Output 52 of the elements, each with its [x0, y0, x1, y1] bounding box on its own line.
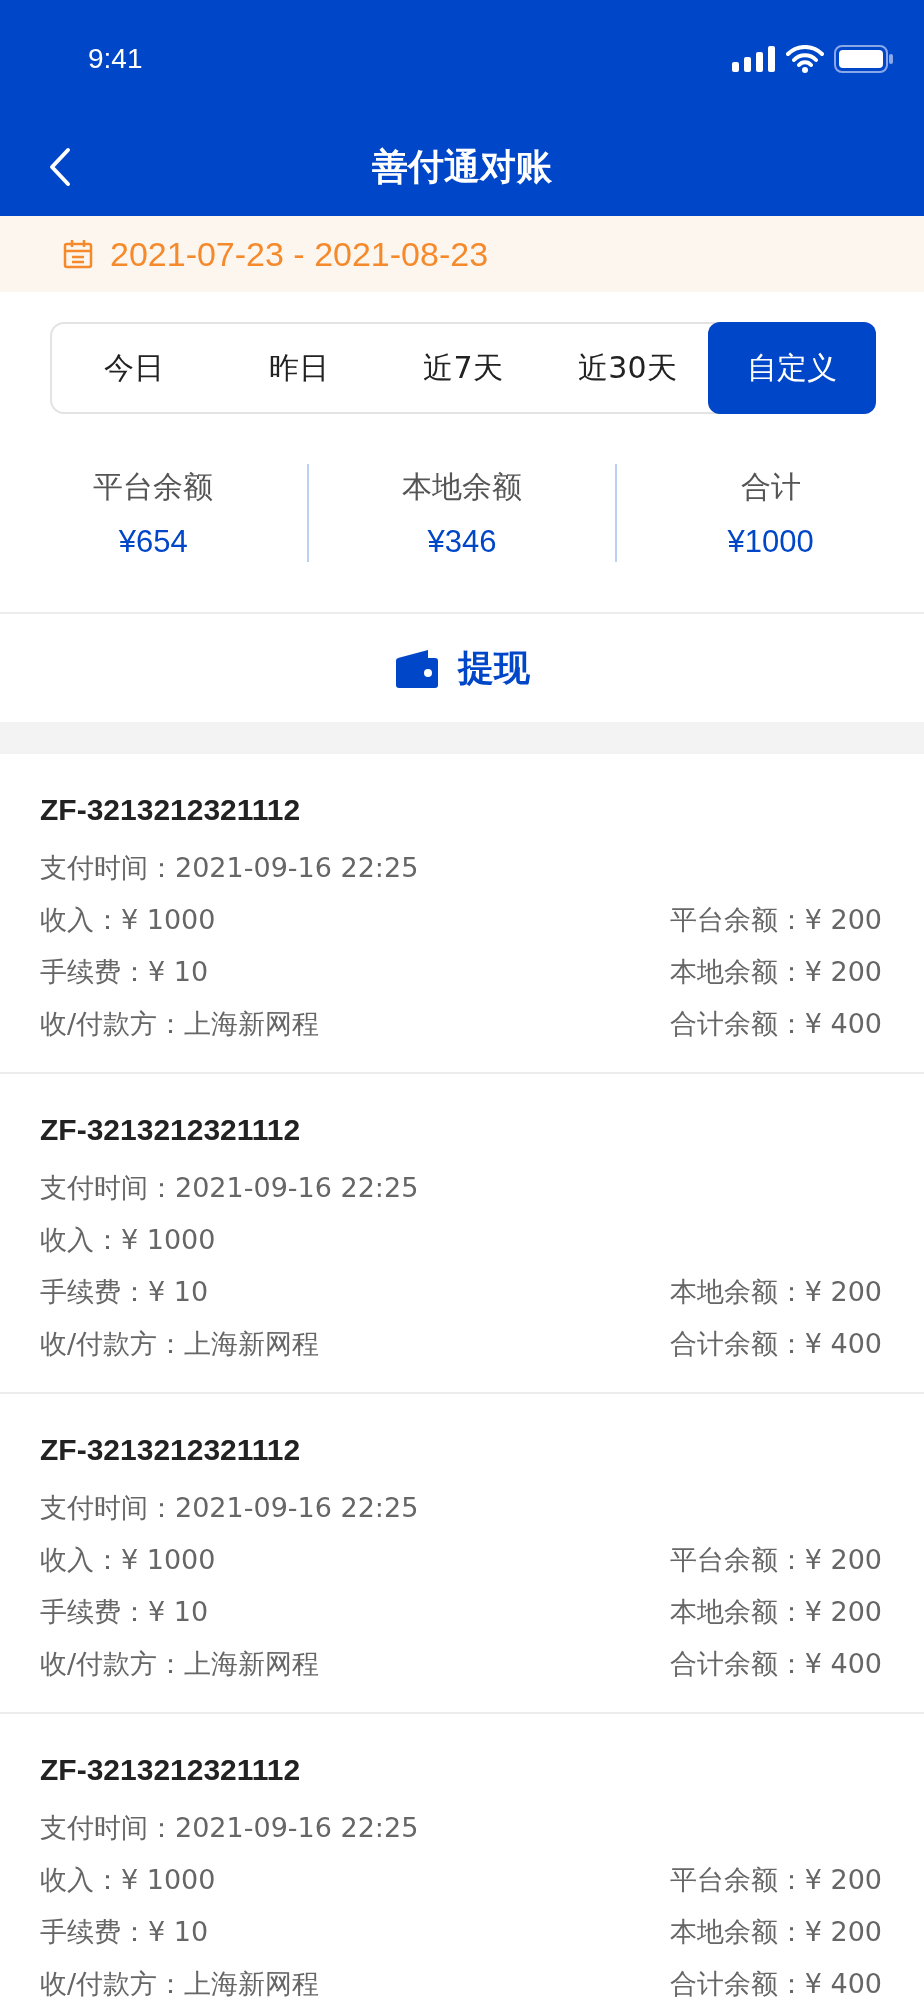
- summary-value: ¥1000: [727, 523, 814, 560]
- record-detail: 支付时间：2021-09-16 22:25: [40, 1171, 419, 1205]
- record-balance: 本地余额：¥ 200: [669, 1915, 882, 1949]
- wifi-icon: [786, 45, 824, 73]
- record-detail: 收入：¥ 1000: [40, 1543, 216, 1577]
- record-card[interactable]: ZF-3213212321112 支付时间：2021-09-16 22:25 收入：¥ 1000 平台余额：¥ 200 手续费：¥ 10 本地余额：¥ 200 收/付款方：上海新网程 合计余额：¥ 400: [0, 754, 924, 1074]
- record-balance: 平台余额：¥ 200: [669, 1863, 882, 1897]
- record-balance: 本地余额：¥ 200: [669, 1275, 882, 1309]
- record-balance: 本地余额：¥ 200: [669, 955, 882, 989]
- record-detail: 收/付款方：上海新网程: [40, 1007, 320, 1041]
- record-detail: 支付时间：2021-09-16 22:25: [40, 1811, 419, 1845]
- record-detail: 收/付款方：上海新网程: [40, 1647, 320, 1681]
- record-card[interactable]: ZF-3213212321112 支付时间：2021-09-16 22:25 收入：¥ 1000 平台余额：¥ 200 手续费：¥ 10 本地余额：¥ 200 收/付款方：上海新网程 合计余额：¥ 400: [0, 1714, 924, 2000]
- record-id: ZF-3213212321112: [40, 1433, 301, 1467]
- record-detail: 手续费：¥ 10: [40, 1275, 209, 1309]
- record-balance: 平台余额：¥ 200: [669, 903, 882, 937]
- summary-label: 合计: [740, 467, 801, 506]
- record-balance: 平台余额：¥ 200: [669, 1543, 882, 1577]
- calendar-icon: [62, 238, 94, 270]
- page-title: 善付通对账: [372, 144, 552, 189]
- record-card[interactable]: ZF-3213212321112 支付时间：2021-09-16 22:25 收入：¥ 1000 手续费：¥ 10 本地余额：¥ 200 收/付款方：上海新网程 合计余额：¥ 400: [0, 1074, 924, 1394]
- record-detail: 支付时间：2021-09-16 22:25: [40, 851, 419, 885]
- wallet-icon: [394, 648, 438, 688]
- record-detail: 手续费：¥ 10: [40, 1915, 209, 1949]
- record-detail: 支付时间：2021-09-16 22:25: [40, 1491, 419, 1525]
- summary-label: 本地余额: [402, 467, 522, 506]
- record-detail: 收入：¥ 1000: [40, 1223, 216, 1257]
- withdraw-button[interactable]: 提现: [388, 642, 536, 694]
- record-balance: 合计余额：¥ 400: [669, 1007, 882, 1041]
- record-balance: 本地余额：¥ 200: [669, 1595, 882, 1629]
- record-balance: 合计余额：¥ 400: [669, 1967, 882, 2000]
- period-tab[interactable]: 自定义: [707, 322, 877, 414]
- signal-icon: [732, 46, 776, 72]
- status-time: 9:41: [88, 43, 143, 75]
- record-id: ZF-3213212321112: [40, 793, 301, 827]
- record-balance: 合计余额：¥ 400: [669, 1647, 882, 1681]
- summary-label: 平台余额: [93, 467, 214, 506]
- record-id: ZF-3213212321112: [40, 1113, 301, 1147]
- record-balance: 合计余额：¥ 400: [669, 1327, 882, 1361]
- record-detail: 手续费：¥ 10: [40, 1595, 209, 1629]
- date-range-text: 2021-07-23 - 2021-08-23: [110, 234, 489, 274]
- record-detail: 收/付款方：上海新网程: [40, 1967, 320, 2000]
- battery-icon: [834, 45, 894, 73]
- record-card[interactable]: ZF-3213212321112 支付时间：2021-09-16 22:25 收入：¥ 1000 平台余额：¥ 200 手续费：¥ 10 本地余额：¥ 200 收/付款方：上海新网程 合计余额：¥ 400: [0, 1394, 924, 1714]
- back-icon[interactable]: [48, 147, 72, 187]
- summary-value: ¥654: [118, 523, 188, 560]
- record-detail: 收/付款方：上海新网程: [40, 1327, 320, 1361]
- record-id: ZF-3213212321112: [40, 1753, 301, 1787]
- record-detail: 收入：¥ 1000: [40, 903, 216, 937]
- record-detail: 收入：¥ 1000: [40, 1863, 216, 1897]
- summary-value: ¥346: [427, 523, 497, 560]
- record-detail: 手续费：¥ 10: [40, 955, 209, 989]
